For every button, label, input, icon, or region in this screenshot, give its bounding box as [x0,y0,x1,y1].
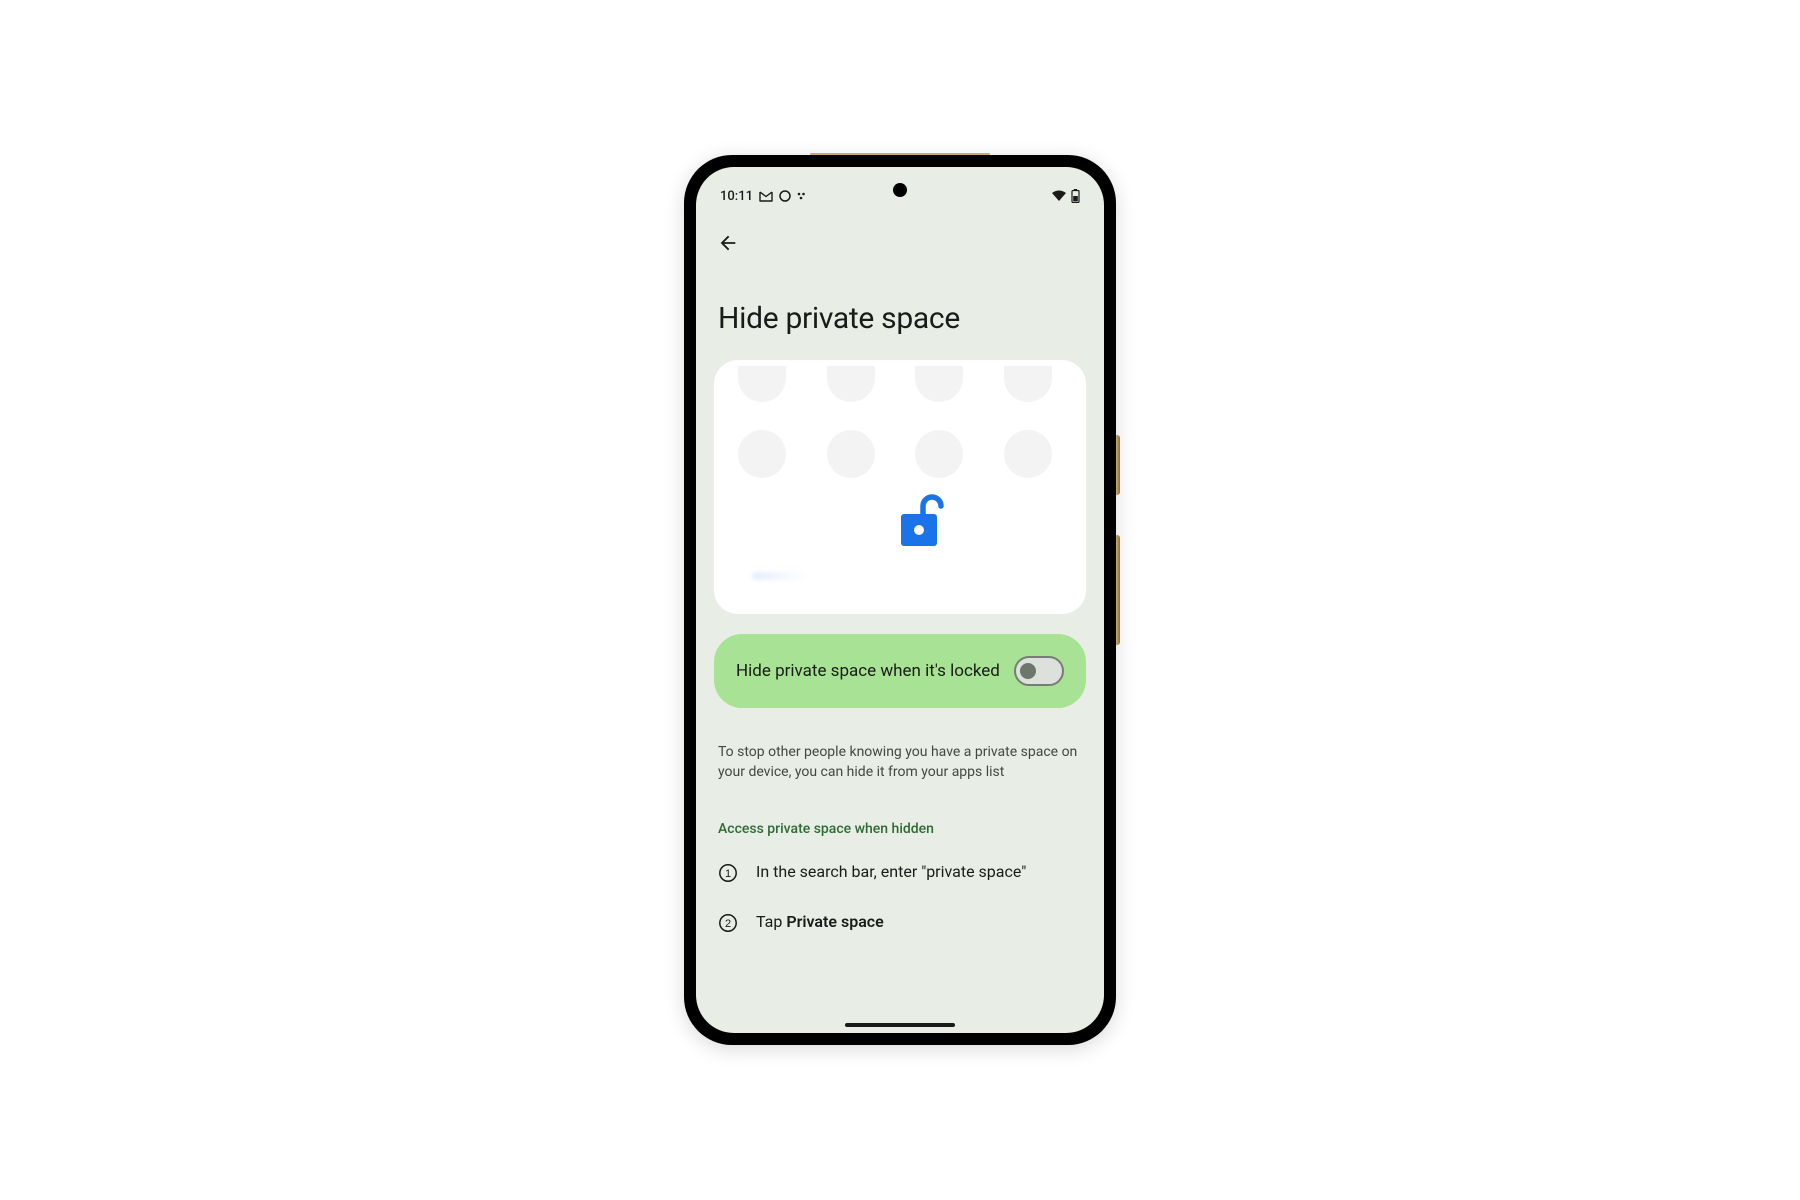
step-2-text: Tap Private space [756,911,884,933]
toggle-label: Hide private space when it's locked [736,660,1000,683]
status-time: 10:11 [720,189,753,204]
app-placeholder-icon [1004,366,1052,402]
hide-toggle-switch[interactable] [1014,656,1064,686]
switch-thumb [1020,663,1036,679]
back-button[interactable] [712,227,744,259]
page-title: Hide private space [718,301,1086,336]
step-number-2-icon: 2 [718,913,738,933]
dots-icon [797,191,807,201]
app-placeholder-icon [915,430,963,478]
app-bar [696,211,1104,259]
nav-gesture-bar[interactable] [845,1023,955,1027]
app-placeholder-icon [827,366,875,402]
battery-icon [1071,189,1080,203]
wifi-icon [1051,190,1067,202]
app-placeholder-icon [915,366,963,402]
phone-device-frame: 10:11 [684,155,1116,1045]
camera-notch [893,183,907,197]
decorative-blur [752,572,808,580]
page-content: Hide private space [696,259,1104,1013]
description-text: To stop other people knowing you have a … [714,742,1086,783]
phone-screen: 10:11 [696,167,1104,1033]
app-placeholder-icon [738,430,786,478]
step-1-text: In the search bar, enter "private space" [756,861,1026,883]
access-section-header: Access private space when hidden [714,821,1086,837]
app-placeholder-icon [827,430,875,478]
gmail-icon [759,191,773,202]
unlock-icon [895,492,945,554]
app-placeholder-icon [738,366,786,402]
step-number-1-icon: 1 [718,863,738,883]
step-row: 2 Tap Private space [714,911,1086,933]
hide-toggle-card[interactable]: Hide private space when it's locked [714,634,1086,708]
circle-icon [779,190,791,202]
app-placeholder-icon [1004,430,1052,478]
illustration-card [714,360,1086,614]
step-row: 1 In the search bar, enter "private spac… [714,861,1086,883]
svg-text:2: 2 [725,918,731,930]
arrow-back-icon [717,232,739,254]
svg-text:1: 1 [725,868,731,880]
